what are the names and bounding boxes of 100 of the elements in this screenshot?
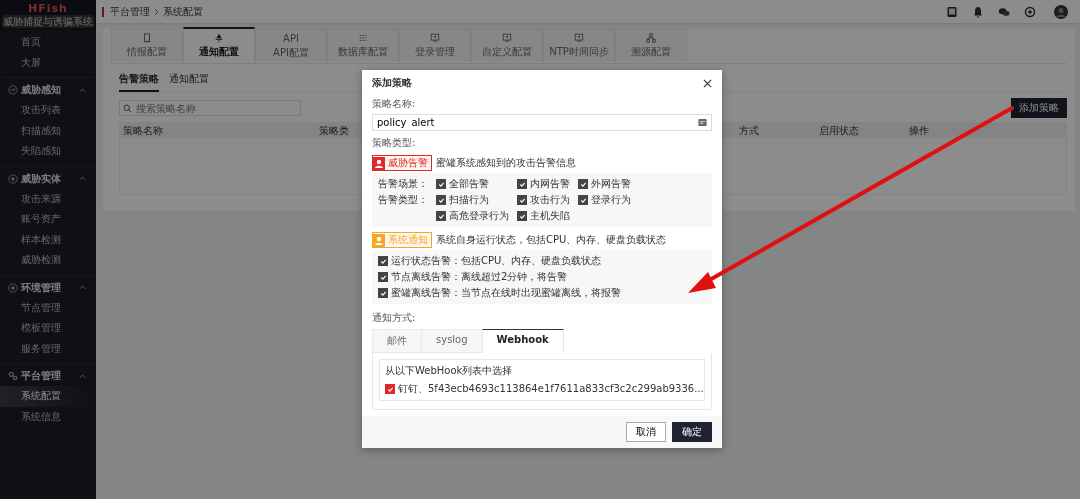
hierarchy-icon: [646, 33, 656, 43]
sidebar-group[interactable]: 威胁感知: [2, 80, 94, 100]
sidebar-item[interactable]: 扫描感知: [0, 120, 96, 141]
sidebar-item[interactable]: 模板管理: [0, 318, 96, 339]
type-description: 系统自身运行状态，包括CPU、内存、硬盘负载状态: [436, 233, 667, 247]
checkbox[interactable]: [436, 179, 446, 189]
add-policy-button[interactable]: 添加策略: [1011, 98, 1067, 118]
dialog-title: 添加策略: [372, 76, 412, 90]
sidebar-item[interactable]: 攻击来源: [0, 188, 96, 209]
sidebar-item[interactable]: 服务管理: [0, 338, 96, 359]
option-label: 运行状态告警：包括CPU、内存、硬盘负载状态: [391, 254, 602, 268]
option-label: 外网告警: [591, 177, 631, 191]
type-description: 蜜罐系统感知到的攻击告警信息: [436, 156, 576, 170]
target-icon: [8, 173, 18, 184]
field-label: 策略名称:: [372, 97, 416, 111]
breadcrumb-item: 系统配置: [163, 4, 203, 19]
person-icon: [373, 156, 385, 170]
settings-tab[interactable]: NTP时间同步: [543, 29, 615, 62]
sidebar-item[interactable]: 威胁检测: [0, 250, 96, 271]
settings-tab[interactable]: 数据库配置: [327, 29, 399, 62]
option-label: 高危登录行为: [449, 209, 509, 223]
search-icon: [123, 104, 132, 113]
option-label: 节点离线告警：离线超过2分钟，将告警: [391, 270, 568, 284]
settings-tab[interactable]: 登录管理: [399, 29, 471, 62]
sidebar-item[interactable]: 攻击列表: [0, 100, 96, 121]
checkbox[interactable]: [517, 179, 527, 189]
monitor-icon: [430, 33, 440, 43]
column-header: 操作: [909, 124, 929, 138]
checkbox[interactable]: [578, 195, 588, 205]
settings-tab[interactable]: 通知配置: [183, 27, 255, 63]
policy-type-tag[interactable]: 系统通知: [372, 232, 432, 248]
book-icon[interactable]: [946, 5, 958, 18]
sidebar-item[interactable]: 失陷感知: [0, 141, 96, 162]
sidebar-group[interactable]: 平台管理: [2, 366, 94, 386]
notify-tab[interactable]: syslog: [421, 329, 482, 353]
option-label: 主机失陷: [530, 209, 570, 223]
settings-tab[interactable]: API API配置: [255, 29, 327, 62]
target-icon: [8, 282, 18, 293]
checkbox[interactable]: [378, 272, 388, 282]
checkbox[interactable]: [436, 195, 446, 205]
settings-tab[interactable]: 情报配置: [111, 29, 183, 62]
breadcrumb-item[interactable]: 平台管理: [110, 4, 150, 19]
checkbox[interactable]: [436, 211, 446, 221]
option-label: 扫描行为: [449, 193, 489, 207]
field-label: 策略类型:: [372, 136, 416, 150]
column-header: 启用状态: [819, 124, 859, 138]
sliders-icon: [358, 33, 368, 43]
cancel-button[interactable]: 取消: [626, 422, 666, 442]
person-icon: [373, 233, 385, 247]
checkbox[interactable]: [378, 256, 388, 266]
book-icon: [142, 33, 152, 43]
card-icon: [698, 118, 707, 127]
webhook-label: 钉钉、5f43ecb4693c113864e1f7611a833cf3c2c299ab9336...: [398, 382, 704, 396]
option-group-label: 告警类型：: [378, 193, 428, 207]
notify-tab[interactable]: 邮件: [372, 329, 421, 353]
sidebar-item[interactable]: 节点管理: [0, 297, 96, 318]
sub-tab[interactable]: 通知配置: [169, 69, 209, 92]
settings-tab[interactable]: 自定义配置: [471, 29, 543, 62]
option-label: 全部告警: [449, 177, 489, 191]
settings-tab[interactable]: 溯源配置: [615, 29, 687, 62]
sidebar-group[interactable]: 环境管理: [2, 277, 94, 298]
chevron-right-icon: [154, 7, 159, 16]
column-header: 方式: [739, 124, 759, 138]
option-label: 内网告警: [530, 177, 570, 191]
policy-type-tag[interactable]: 威胁告警: [372, 155, 432, 171]
checkbox[interactable]: [378, 288, 388, 298]
search-field[interactable]: 搜索策略名称: [119, 100, 301, 116]
column-header: 策略类: [319, 124, 349, 138]
option-label: 登录行为: [591, 193, 631, 207]
field-label: 通知方式:: [372, 311, 416, 325]
sidebar-item[interactable]: 大屏: [0, 52, 96, 73]
settings-icon[interactable]: [1024, 5, 1036, 18]
chat-icon[interactable]: [998, 5, 1010, 18]
checkbox[interactable]: [517, 211, 527, 221]
option-label: 蜜罐离线告警：当节点在线时出现蜜罐离线，将报警: [391, 286, 621, 300]
sidebar-item[interactable]: 首页: [0, 32, 96, 53]
notify-tab[interactable]: Webhook: [481, 329, 564, 353]
sidebar-group[interactable]: 威胁实体: [2, 168, 94, 189]
checkbox[interactable]: [385, 384, 395, 394]
confirm-button[interactable]: 确定: [672, 422, 712, 442]
checkbox[interactable]: [578, 179, 588, 189]
policy-name-field[interactable]: policy_alert: [372, 114, 712, 131]
checkbox[interactable]: [517, 195, 527, 205]
gears-icon: [8, 371, 18, 381]
option-label: 攻击行为: [530, 193, 570, 207]
monitor-icon: [574, 33, 584, 43]
column-header: 策略名称: [123, 124, 163, 138]
sub-tab[interactable]: 告警策略: [119, 69, 159, 92]
bell-icon: [214, 33, 224, 43]
radar-icon: [8, 85, 18, 95]
close-icon[interactable]: [703, 78, 712, 88]
sidebar-item[interactable]: 账号资产: [0, 209, 96, 230]
logo-title: HFish: [28, 2, 68, 15]
logo-subtitle: 威胁捕捉与诱骗系统: [2, 14, 94, 28]
avatar-icon[interactable]: [1054, 4, 1068, 19]
bell-icon[interactable]: [972, 5, 984, 18]
webhook-hint: 从以下WebHook列表中选择: [385, 364, 514, 378]
option-group-label: 告警场景：: [378, 177, 428, 191]
sidebar-item[interactable]: 样本检测: [0, 229, 96, 250]
monitor-icon: [502, 33, 512, 43]
